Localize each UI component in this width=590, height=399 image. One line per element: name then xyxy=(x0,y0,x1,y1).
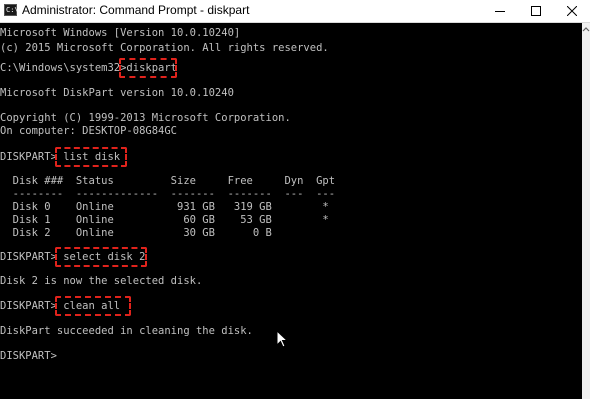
console-output[interactable]: Microsoft Windows [Version 10.0.10240] (… xyxy=(0,23,582,399)
disk-table-row: Disk 0 Online 931 GB 319 GB * xyxy=(0,201,329,213)
maximize-button[interactable] xyxy=(518,0,554,22)
console-line: Disk 2 is now the selected disk. xyxy=(0,275,203,287)
command-prompt-window: C:\ Administrator: Command Prompt - disk… xyxy=(0,0,590,399)
highlight-clean-all-command xyxy=(55,296,131,316)
console-line: On computer: DESKTOP-08G84GC xyxy=(0,125,178,137)
console-line: DiskPart succeeded in cleaning the disk. xyxy=(0,325,253,337)
disk-table-separator: -------- ------------- ------- ------- -… xyxy=(0,188,336,200)
disk-table-row: Disk 1 Online 60 GB 53 GB * xyxy=(0,214,329,226)
console-line: Microsoft DiskPart version 10.0.10240 xyxy=(0,87,234,99)
mouse-pointer-icon xyxy=(276,330,288,348)
console-line: Microsoft Windows [Version 10.0.10240] xyxy=(0,27,241,39)
command-prompt-line[interactable]: DISKPART> xyxy=(0,349,63,363)
minimize-button[interactable] xyxy=(482,0,518,22)
highlight-diskpart-command xyxy=(119,58,177,78)
window-title: Administrator: Command Prompt - diskpart xyxy=(22,3,250,17)
disk-table-header: Disk ### Status Size Free Dyn Gpt xyxy=(0,175,336,187)
chevron-up-icon xyxy=(582,27,590,32)
maximize-icon xyxy=(531,6,541,16)
console-line: Copyright (C) 1999-2013 Microsoft Corpor… xyxy=(0,112,291,124)
highlight-select-disk-command xyxy=(55,247,147,267)
title-bar[interactable]: C:\ Administrator: Command Prompt - disk… xyxy=(0,0,590,23)
highlight-list-disk-command xyxy=(55,147,127,167)
disk-table-row: Disk 2 Online 30 GB 0 B xyxy=(0,227,272,239)
scroll-up-button[interactable] xyxy=(582,25,590,33)
console-line: (c) 2015 Microsoft Corporation. All righ… xyxy=(0,42,329,54)
close-icon xyxy=(567,6,577,16)
minimize-icon xyxy=(495,11,505,12)
vertical-scrollbar[interactable] xyxy=(582,23,590,399)
close-button[interactable] xyxy=(554,0,590,22)
cmd-icon: C:\ xyxy=(4,4,19,16)
